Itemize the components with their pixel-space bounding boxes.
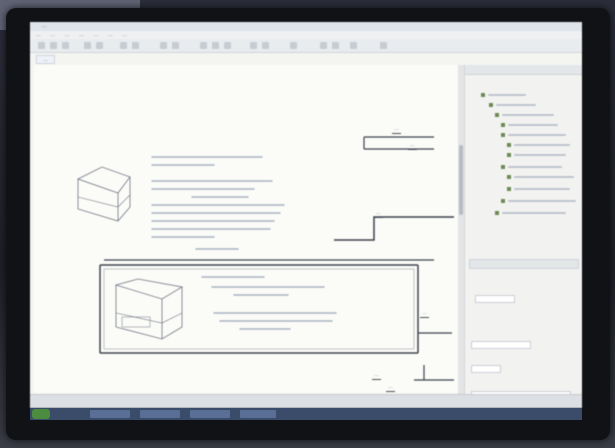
toolbar-button[interactable] <box>380 42 387 49</box>
toolbar-button[interactable] <box>262 42 269 49</box>
status-bar <box>30 394 582 408</box>
toolbar-button[interactable] <box>332 42 339 49</box>
toolbar-button[interactable] <box>200 42 207 49</box>
toolbar-button[interactable] <box>160 42 167 49</box>
toolbar <box>30 39 582 53</box>
menu-item[interactable]: ... <box>94 32 99 38</box>
toolbar-button[interactable] <box>320 42 327 49</box>
toolbar-button[interactable] <box>62 42 69 49</box>
folder-tree-icon <box>481 93 576 215</box>
window-title: ... <box>42 23 47 29</box>
window-titlebar: ... <box>30 22 582 31</box>
toolbar-button[interactable] <box>120 42 127 49</box>
toolbar-button[interactable] <box>96 42 103 49</box>
menu-item[interactable]: ... <box>108 32 113 38</box>
paragraph-text-lines <box>151 156 337 330</box>
toolbar-button[interactable] <box>212 42 219 49</box>
os-taskbar <box>30 408 582 420</box>
toolbar-button[interactable] <box>290 42 297 49</box>
taskbar-item[interactable] <box>90 410 130 418</box>
start-button[interactable] <box>32 409 50 419</box>
tab-mindmap[interactable]: ... <box>36 55 55 64</box>
tab-label: ... <box>43 57 48 63</box>
mindmap-canvas[interactable]: ... ... ... ... ... ... <box>34 65 458 393</box>
toolbar-button[interactable] <box>50 42 57 49</box>
taskbar-item[interactable] <box>240 410 276 418</box>
taskbar-item[interactable] <box>140 410 180 418</box>
toolbar-button[interactable] <box>350 42 357 49</box>
toolbar-button[interactable] <box>38 42 45 49</box>
menu-bar: ... ... ... ... ... ... ... <box>30 31 582 39</box>
toolbar-button[interactable] <box>84 42 91 49</box>
property-dropdown[interactable] <box>471 341 531 349</box>
toolbar-button[interactable] <box>224 42 231 49</box>
menu-item[interactable]: ... <box>79 32 84 38</box>
right-side-panel <box>464 65 582 399</box>
app-screen: ... ... ... ... ... ... ... ... ... ... … <box>30 22 582 408</box>
panel-tabs[interactable] <box>469 259 579 269</box>
menu-item[interactable]: ... <box>50 32 55 38</box>
scrollbar-thumb[interactable] <box>459 145 463 215</box>
toolbar-button[interactable] <box>132 42 139 49</box>
toolbar-button[interactable] <box>172 42 179 49</box>
toolbar-button[interactable] <box>250 42 257 49</box>
panel-header <box>465 65 582 75</box>
property-field[interactable] <box>471 365 501 373</box>
taskbar-item[interactable] <box>190 410 230 418</box>
menu-item[interactable]: ... <box>36 32 41 38</box>
menu-item[interactable]: ... <box>122 32 127 38</box>
menu-item[interactable]: ... <box>65 32 70 38</box>
property-field[interactable] <box>475 295 515 303</box>
